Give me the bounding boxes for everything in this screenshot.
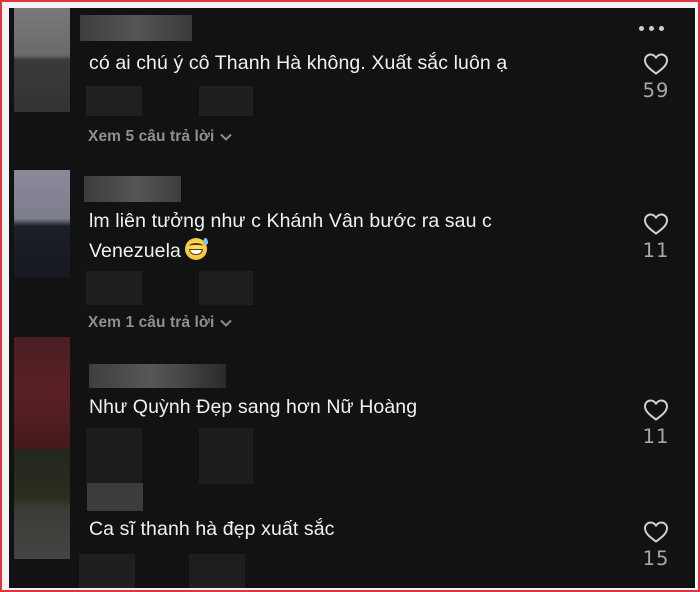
comment-meta-redacted [79, 554, 135, 588]
username-redacted[interactable] [84, 176, 181, 202]
comment-meta-redacted [86, 86, 142, 116]
comments-panel: có ai chú ý cô Thanh Hà không. Xuất sắc … [9, 8, 695, 588]
comment-text: Ca sĩ thanh hà đẹp xuất sắc [89, 518, 335, 540]
like-count: 15 [642, 547, 670, 570]
avatar[interactable] [14, 8, 70, 112]
view-replies-label: Xem 1 câu trả lời [88, 314, 215, 331]
comment-meta-redacted [189, 554, 245, 588]
avatar[interactable] [14, 337, 70, 449]
image-frame: có ai chú ý cô Thanh Hà không. Xuất sắc … [0, 0, 700, 592]
like-count: 59 [642, 79, 670, 102]
comment-text-line: lm liên tưởng như c Khánh Vân bước ra sa… [89, 210, 492, 232]
like-count: 11 [642, 239, 670, 262]
comment-meta-redacted [199, 271, 253, 305]
avatar[interactable] [14, 170, 70, 278]
comment-text: Như Quỳnh Đẹp sang hơn Nữ Hoàng [89, 396, 418, 418]
heart-outline-icon [644, 53, 668, 75]
like-button[interactable]: 11 [635, 398, 677, 448]
comment-meta-redacted [86, 271, 142, 305]
chevron-down-icon [220, 319, 233, 327]
view-replies-button[interactable]: Xem 1 câu trả lời [88, 314, 233, 332]
comment-text: lm liên tưởng như c Khánh Vân bước ra sa… [89, 206, 569, 266]
heart-outline-icon [644, 521, 668, 543]
grinning-face-with-sweat-icon [184, 238, 208, 260]
avatar[interactable] [14, 449, 70, 559]
username-redacted[interactable] [87, 483, 143, 511]
chevron-down-icon [220, 133, 233, 141]
comment-meta-redacted [199, 86, 253, 116]
like-button[interactable]: 11 [635, 212, 677, 262]
comment-text-line: Venezuela [89, 240, 181, 262]
comment-meta-redacted [86, 428, 142, 484]
like-button[interactable]: 15 [635, 520, 677, 570]
like-button[interactable]: 59 [635, 52, 677, 102]
heart-outline-icon [644, 213, 668, 235]
username-redacted[interactable] [80, 15, 192, 41]
more-options-icon[interactable] [639, 26, 664, 31]
heart-outline-icon [644, 399, 668, 421]
username-redacted[interactable] [89, 364, 226, 388]
comment-meta-redacted [199, 428, 253, 484]
view-replies-button[interactable]: Xem 5 câu trả lời [88, 128, 233, 146]
comment-text: có ai chú ý cô Thanh Hà không. Xuất sắc … [89, 52, 508, 74]
like-count: 11 [642, 425, 670, 448]
view-replies-label: Xem 5 câu trả lời [88, 128, 215, 145]
